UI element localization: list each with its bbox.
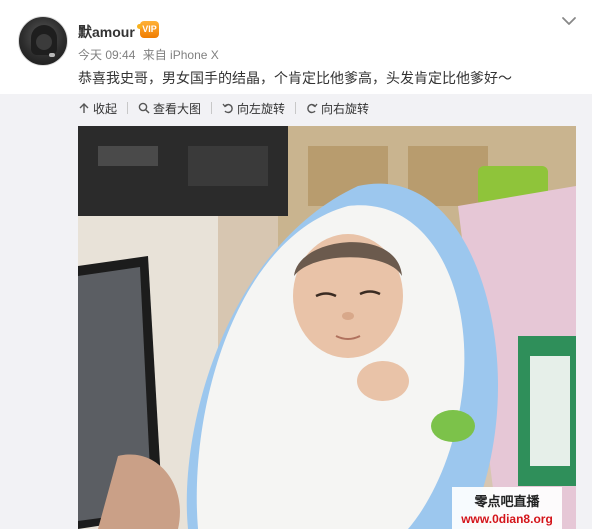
avatar[interactable] [18, 16, 68, 66]
vip-badge-icon[interactable]: VIP [137, 21, 159, 38]
avatar-face [36, 34, 52, 50]
username[interactable]: 默amour [78, 22, 135, 42]
view-large-label: 查看大图 [153, 101, 202, 116]
card-paper [530, 356, 570, 466]
watermark: 零点吧直播 www.0dian8.org [452, 487, 562, 529]
collapse-button[interactable]: 收起 [78, 100, 117, 117]
chevron-down-icon[interactable] [560, 14, 578, 28]
newborn-photo-illustration [78, 126, 576, 529]
baby-nose [342, 312, 354, 320]
toolbar-divider [211, 102, 213, 114]
watermark-title: 零点吧直播 [474, 495, 540, 510]
post-meta: 今天 09:44 来自 iPhone X [78, 46, 223, 63]
post-header: 默amour VIP 今天 09:44 来自 iPhone X 恭喜我史哥，男女… [0, 0, 592, 94]
toolbar-divider [295, 102, 297, 114]
toolbar-divider [127, 102, 129, 114]
media-toolbar: 收起 查看大图 向左旋转 向右旋转 [78, 98, 379, 118]
magnifier-icon [138, 102, 150, 114]
rotate-left-icon [222, 103, 233, 114]
view-large-button[interactable]: 查看大图 [138, 100, 201, 117]
watermark-url: www.0dian8.org [461, 512, 553, 526]
rotate-right-icon [307, 103, 318, 114]
rotate-right-button[interactable]: 向右旋转 [306, 100, 369, 117]
collapse-label: 收起 [93, 101, 118, 116]
arrow-up-icon [79, 103, 89, 113]
post-time[interactable]: 今天 09:44 [78, 48, 135, 62]
post-text: 恭喜我史哥，男女国手的结晶，个肯定比他爹高，头发肯定比他爹好～ [78, 71, 512, 87]
rotate-left-button[interactable]: 向左旋转 [222, 100, 285, 117]
post-source[interactable]: 来自 iPhone X [143, 48, 219, 62]
equipment-panel [188, 146, 268, 186]
rotate-left-label: 向左旋转 [237, 101, 286, 116]
rotate-right-label: 向右旋转 [321, 101, 370, 116]
avatar-detail [49, 53, 55, 57]
baby-hand [357, 361, 409, 401]
dinosaur-print [431, 410, 475, 442]
equipment-display [98, 146, 158, 166]
post-photo[interactable]: 零点吧直播 www.0dian8.org [78, 126, 576, 529]
